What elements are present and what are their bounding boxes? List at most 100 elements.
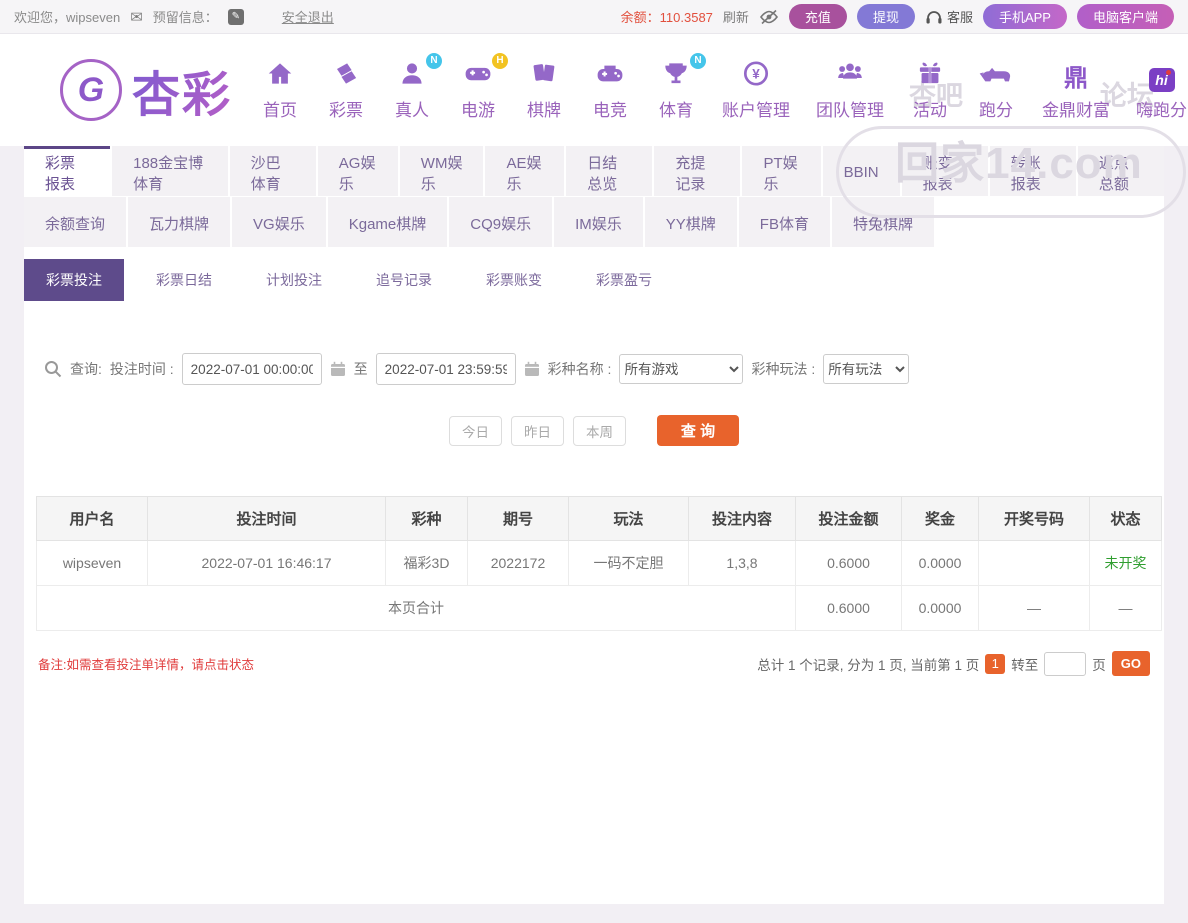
- nav-item-team-management[interactable]: 团队管理: [816, 60, 884, 121]
- cell-prize: 0.0000: [902, 541, 979, 586]
- cell-status-link[interactable]: 未开奖: [1090, 541, 1162, 586]
- col-bet-amount: 投注金额: [796, 497, 902, 541]
- tab-vg[interactable]: VG娱乐: [232, 197, 326, 247]
- subtab-lottery-daily[interactable]: 彩票日结: [134, 259, 234, 301]
- tab-bbin[interactable]: BBIN: [823, 146, 900, 196]
- summary-status: —: [1090, 586, 1162, 631]
- new-badge: N: [426, 53, 442, 69]
- cell-bet-time: 2022-07-01 16:46:17: [148, 541, 386, 586]
- time-from-input[interactable]: [182, 353, 322, 385]
- refresh-balance-link[interactable]: 刷新: [723, 7, 749, 26]
- subtab-plan-bets[interactable]: 计划投注: [244, 259, 344, 301]
- gift-icon: [916, 60, 944, 92]
- tab-pt[interactable]: PT娱乐: [742, 146, 820, 196]
- tab-lottery-report[interactable]: 彩票报表: [24, 146, 110, 196]
- withdraw-button[interactable]: 提现: [857, 4, 915, 29]
- nav-item-hi-paofen[interactable]: hi 嗨跑分: [1136, 68, 1187, 121]
- tab-saba-sports[interactable]: 沙巴体育: [230, 146, 316, 196]
- bets-table-wrap: 用户名 投注时间 彩种 期号 玩法 投注内容 投注金额 奖金 开奖号码 状态 w…: [36, 496, 1152, 631]
- tab-wali[interactable]: 瓦力棋牌: [128, 197, 230, 247]
- tab-yy[interactable]: YY棋牌: [645, 197, 737, 247]
- tab-wm[interactable]: WM娱乐: [400, 146, 484, 196]
- today-button[interactable]: 今日: [449, 416, 502, 446]
- col-draw-number: 开奖号码: [979, 497, 1090, 541]
- nav-item-promotions[interactable]: 活动: [910, 60, 950, 121]
- nav-label: 活动: [913, 96, 947, 121]
- cell-issue: 2022172: [468, 541, 569, 586]
- col-bet-time: 投注时间: [148, 497, 386, 541]
- nav-label: 金鼎财富: [1042, 96, 1110, 121]
- subtab-lottery-account-change[interactable]: 彩票账变: [464, 259, 564, 301]
- tab-kgame[interactable]: Kgame棋牌: [328, 197, 448, 247]
- hide-balance-eye-icon[interactable]: [759, 9, 779, 25]
- subtab-lottery-profit-loss[interactable]: 彩票盈亏: [574, 259, 674, 301]
- nav-label: 嗨跑分: [1136, 96, 1187, 121]
- nav-item-home[interactable]: 首页: [260, 60, 300, 121]
- nav-item-sports[interactable]: N 体育: [656, 60, 696, 121]
- nav-item-esports[interactable]: 电竞: [590, 60, 630, 121]
- brand-name: 杏彩: [132, 55, 232, 125]
- pc-client-button[interactable]: 电脑客户端: [1077, 4, 1174, 29]
- tab-ag[interactable]: AG娱乐: [318, 146, 398, 196]
- nav-label: 首页: [263, 96, 297, 121]
- tab-balance-query[interactable]: 余额查询: [24, 197, 126, 247]
- nav-item-jinding-wealth[interactable]: 鼎 金鼎财富: [1042, 66, 1110, 121]
- col-play: 玩法: [569, 497, 689, 541]
- table-summary-row: 本页合计 0.6000 0.0000 — —: [37, 586, 1162, 631]
- hot-badge: H: [492, 53, 508, 69]
- quick-date-buttons: 今日 昨日 本周 查 询: [24, 415, 1164, 446]
- mobile-app-button[interactable]: 手机APP: [983, 4, 1067, 29]
- query-submit-button[interactable]: 查 询: [657, 415, 739, 446]
- tab-daily-overview[interactable]: 日结总览: [566, 146, 652, 196]
- subtab-chase-records[interactable]: 追号记录: [354, 259, 454, 301]
- tab-188-sports[interactable]: 188金宝博体育: [112, 146, 228, 196]
- goto-page-input[interactable]: [1044, 652, 1086, 676]
- tab-tetu[interactable]: 特兔棋牌: [832, 197, 934, 247]
- team-icon: [835, 60, 865, 92]
- reserved-info-label: 预留信息：: [153, 7, 218, 26]
- calendar-to-icon[interactable]: [524, 361, 540, 377]
- col-prize: 奖金: [902, 497, 979, 541]
- gamepad-icon: [462, 60, 494, 92]
- nav-label: 团队管理: [816, 96, 884, 121]
- tab-cq9[interactable]: CQ9娱乐: [449, 197, 552, 247]
- yesterday-button[interactable]: 昨日: [511, 416, 564, 446]
- recharge-button[interactable]: 充值: [789, 4, 847, 29]
- tab-deposit-withdraw-records[interactable]: 充提记录: [654, 146, 740, 196]
- tab-transfer-report[interactable]: 转账报表: [990, 146, 1076, 196]
- edit-reserved-info-icon[interactable]: ✎: [228, 9, 244, 25]
- message-envelope-icon[interactable]: ✉: [130, 8, 143, 26]
- subtab-lottery-bets[interactable]: 彩票投注: [24, 259, 124, 301]
- nav-item-lottery[interactable]: 彩票: [326, 60, 366, 121]
- pagination-summary: 总计 1 个记录, 分为 1 页, 当前第 1 页: [757, 654, 979, 674]
- time-to-input[interactable]: [376, 353, 516, 385]
- this-week-button[interactable]: 本周: [573, 416, 626, 446]
- tab-fb-sports[interactable]: FB体育: [739, 197, 830, 247]
- nav-label: 棋牌: [527, 96, 561, 121]
- nav-item-live-casino[interactable]: N 电游 真人: [392, 60, 432, 121]
- tab-rebate-total[interactable]: 返点总额: [1078, 146, 1164, 196]
- nav-item-paofen[interactable]: 跑分: [976, 60, 1016, 121]
- balance-value: 110.3587: [660, 10, 713, 25]
- customer-service-link[interactable]: 客服: [925, 7, 973, 26]
- nav-item-egames[interactable]: H 电游: [458, 60, 498, 121]
- cell-lottery: 福彩3D: [386, 541, 468, 586]
- logout-link[interactable]: 安全退出: [282, 7, 334, 26]
- nav-item-chess-cards[interactable]: 棋牌: [524, 60, 564, 121]
- tab-account-change-report[interactable]: 账变报表: [902, 146, 988, 196]
- tab-ae[interactable]: AE娱乐: [485, 146, 564, 196]
- brand-logo[interactable]: G 杏彩: [60, 55, 232, 125]
- rhino-icon: [978, 60, 1014, 92]
- current-page-badge[interactable]: 1: [985, 654, 1005, 674]
- go-button[interactable]: GO: [1112, 651, 1150, 676]
- col-bet-content: 投注内容: [689, 497, 796, 541]
- lottery-name-label: 彩种名称 :: [548, 359, 612, 379]
- tab-im[interactable]: IM娱乐: [554, 197, 643, 247]
- lottery-name-select[interactable]: 所有游戏: [619, 354, 743, 384]
- calendar-from-icon[interactable]: [330, 361, 346, 377]
- play-type-select[interactable]: 所有玩法: [823, 354, 909, 384]
- nav-item-account-management[interactable]: ¥ 账户管理: [722, 60, 790, 121]
- trophy-icon: [662, 60, 690, 92]
- cell-draw-number: [979, 541, 1090, 586]
- welcome-text: 欢迎您，wipseven: [14, 7, 120, 26]
